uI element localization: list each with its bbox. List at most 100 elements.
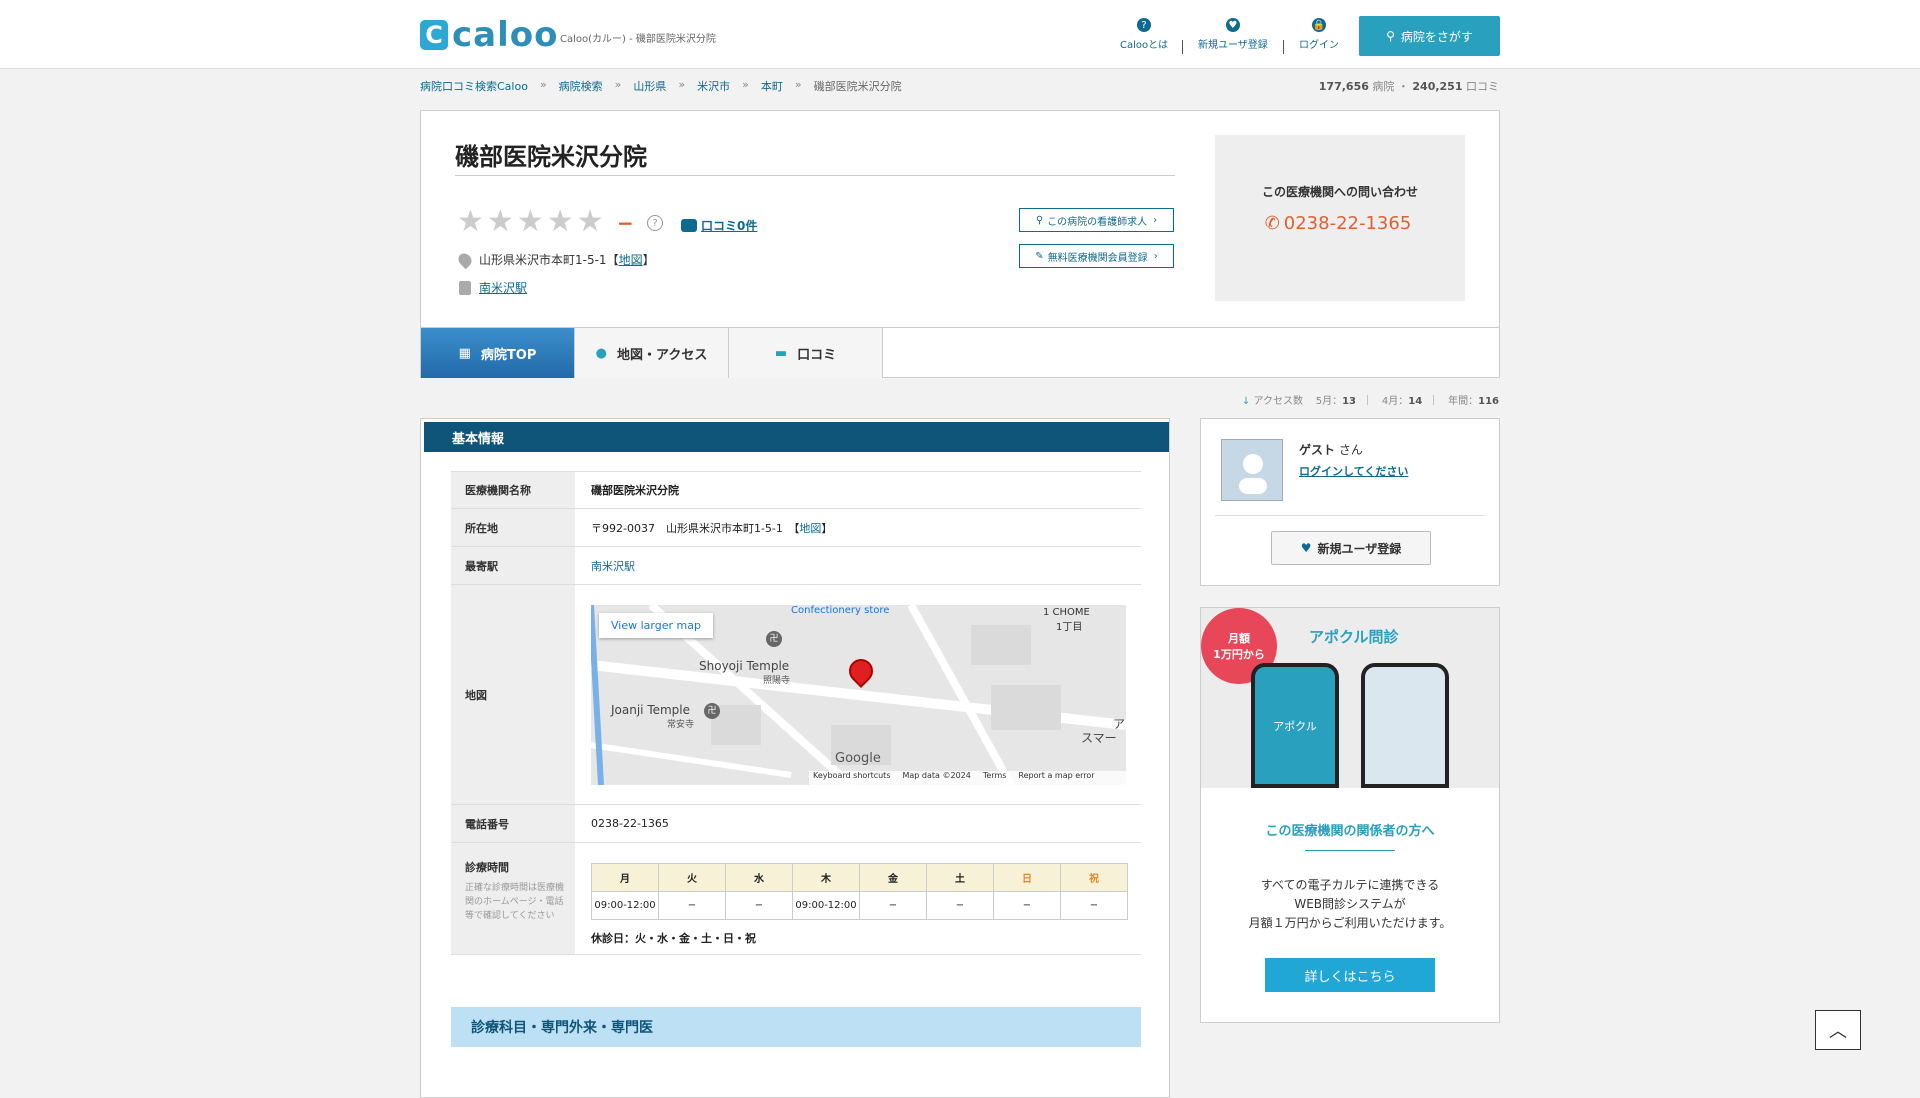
map-label: Confectionery store	[791, 605, 890, 616]
access-apr-value: 14	[1408, 396, 1423, 407]
address-bracket: 】	[821, 521, 833, 535]
comment-icon	[681, 219, 697, 232]
arrow-down-icon: ↓	[1241, 396, 1251, 407]
access-year-label: 年間：	[1448, 396, 1479, 407]
map-label: 1 CHOME	[1043, 607, 1090, 618]
site-header: C caloo Caloo(カルー) - 磯部医院米沢分院 ? Calooとは …	[0, 0, 1920, 69]
info-key: 医療機関名称	[451, 472, 575, 508]
schedule-cell: −	[993, 891, 1061, 920]
breadcrumb-link[interactable]: 病院検索	[559, 78, 603, 94]
map-report-link[interactable]: Report a map error	[1018, 771, 1094, 785]
user-name: ゲスト	[1299, 443, 1336, 457]
ad-image: 月額 1万円から アポクル問診 アポクル	[1201, 608, 1499, 788]
map-label: スマー	[1081, 731, 1117, 745]
contact-phone[interactable]: ✆ 0238-22-1365	[1215, 213, 1465, 234]
caloo-logo[interactable]: C caloo	[420, 18, 558, 52]
info-row-map: 地図 View larger map Confectionery store 1…	[451, 585, 1141, 805]
star-icon: ★	[576, 204, 604, 239]
register-button[interactable]: ♥ 新規ユーザ登録	[1271, 531, 1431, 565]
map-terms-link[interactable]: Terms	[983, 771, 1007, 785]
pencil-icon: ✎	[1035, 250, 1044, 262]
chevron-right-icon: ›	[1153, 250, 1158, 262]
leaf-icon: ♥	[1225, 18, 1240, 32]
info-value: View larger map Confectionery store 1 CH…	[575, 585, 1135, 804]
info-value: 磯部医院米沢分院	[591, 484, 679, 497]
tab-hospital-top[interactable]: ▦ 病院TOP	[421, 328, 575, 378]
user-divider	[1215, 515, 1485, 516]
tab-label: 病院TOP	[480, 347, 537, 363]
ad-body-line: すべての電子カルテに連携できる	[1260, 878, 1440, 892]
logo-text: caloo	[452, 15, 559, 55]
hospital-station: 南米沢駅	[459, 279, 527, 296]
info-value: 〒992-0037 山形県米沢市本町1-5-1 【地図】	[575, 509, 832, 546]
hospital-count-label: 病院 ・	[1372, 80, 1409, 93]
rating-help-icon[interactable]: ?	[647, 215, 663, 231]
nav-divider	[1182, 40, 1183, 54]
access-may-label: 5月：	[1315, 396, 1343, 407]
nurse-jobs-button[interactable]: ⚲ この病院の看護師求人 ›	[1019, 208, 1174, 232]
scroll-to-top-button[interactable]: ︿	[1815, 1010, 1861, 1050]
hours-title: 診療時間	[465, 861, 509, 874]
rating-stars: ★ ★ ★ ★ ★	[457, 207, 604, 237]
contact-title: この医療機関への問い合わせ	[1261, 185, 1418, 199]
address-map-link[interactable]: 地図	[619, 253, 643, 267]
leaf-icon: ♥	[1300, 541, 1312, 555]
ad-body-line: 月額１万円からご利用いただけます。	[1248, 916, 1452, 930]
breadcrumb-link[interactable]: 山形県	[633, 78, 666, 94]
basic-info-section: 基本情報 医療機関名称 磯部医院米沢分院 所在地 〒992-0037 山形県米沢…	[420, 418, 1170, 1098]
apokuru-ad[interactable]: 月額 1万円から アポクル問診 アポクル この医療機関の関係者の方へ すべての電…	[1200, 607, 1500, 1023]
chevron-right-icon: ›	[1153, 214, 1158, 226]
breadcrumb-link[interactable]: 本町	[761, 78, 783, 94]
tab-map-access[interactable]: ● 地図・アクセス	[575, 328, 729, 378]
address-bracket: 】	[642, 253, 655, 267]
breadcrumb-link[interactable]: 病院口コミ検索Caloo	[420, 78, 528, 94]
access-stats: ↓ アクセス数 5月：13 ｜ 4月：14 ｜ 年間：116	[1241, 396, 1499, 407]
nav-login[interactable]: 🔒 ログイン	[1299, 18, 1339, 51]
nurse-jobs-label: この病院の看護師求人	[1047, 216, 1148, 228]
tab-reviews[interactable]: ▬ 口コミ	[729, 328, 883, 378]
info-key: 最寄駅	[451, 547, 575, 584]
rating-value: −	[617, 211, 634, 235]
view-larger-map-link[interactable]: View larger map	[599, 613, 713, 638]
phone-mockup: アポクル	[1251, 663, 1339, 788]
review-count-link[interactable]: 口コミ0件	[681, 217, 757, 234]
tab-label: 口コミ	[797, 347, 837, 363]
star-icon: ★	[546, 204, 574, 239]
access-label: アクセス数	[1253, 396, 1304, 407]
schedule-day: 火	[658, 863, 726, 892]
nav-about[interactable]: ? Calooとは	[1120, 18, 1168, 51]
info-row-hours: 診療時間 正確な診療時間は医療機関のホームページ・電話等で確認してください 月 …	[451, 843, 1141, 955]
info-key: 所在地	[451, 509, 575, 546]
nav-register[interactable]: ♥ 新規ユーザ登録	[1198, 18, 1268, 51]
schedule-table: 月 火 水 木 金 土 日 祝 09:00-12:00 − − 09:00-12…	[591, 863, 1128, 920]
station-link[interactable]: 南米沢駅	[479, 279, 527, 296]
schedule-day: 水	[725, 863, 793, 892]
google-map[interactable]: View larger map Confectionery store 1 CH…	[591, 605, 1126, 785]
map-shortcuts-link[interactable]: Keyboard shortcuts	[813, 771, 890, 785]
map-label: Shoyoji Temple	[699, 659, 790, 673]
hospital-name: 磯部医院米沢分院	[455, 143, 647, 171]
avatar	[1221, 439, 1283, 501]
ad-details-button[interactable]: 詳しくはこちら	[1265, 958, 1435, 992]
schedule-header-row: 月 火 水 木 金 土 日 祝	[591, 863, 1128, 892]
nav-divider	[1283, 40, 1284, 54]
station-link[interactable]: 南米沢駅	[591, 558, 635, 574]
phone-icon: ✆	[1264, 213, 1280, 234]
review-count-label: 口コミ0件	[701, 219, 758, 233]
breadcrumb: 病院口コミ検索Caloo » 病院検索 » 山形県 » 米沢市 » 本町 » 磯部医院米沢…	[420, 78, 902, 94]
schedule-cell: −	[1060, 891, 1128, 920]
breadcrumb-link[interactable]: 米沢市	[697, 78, 730, 94]
train-icon	[459, 280, 471, 295]
location-pin-icon: ●	[595, 345, 607, 361]
ad-title-underline	[1305, 850, 1395, 851]
user-greeting: ゲスト さん	[1299, 441, 1363, 458]
access-may-value: 13	[1342, 396, 1357, 407]
login-link[interactable]: ログインしてください	[1299, 463, 1408, 479]
breadcrumb-separator: »	[742, 78, 749, 91]
map-label: 1丁目	[1056, 622, 1083, 633]
search-hospital-button[interactable]: ⚲ 病院をさがす	[1359, 16, 1500, 56]
address-map-link[interactable]: 地図	[799, 520, 821, 536]
info-row-station: 最寄駅 南米沢駅	[451, 547, 1141, 585]
member-register-button[interactable]: ✎ 無料医療機関会員登録 ›	[1019, 244, 1174, 268]
review-count: 240,251	[1412, 80, 1463, 93]
